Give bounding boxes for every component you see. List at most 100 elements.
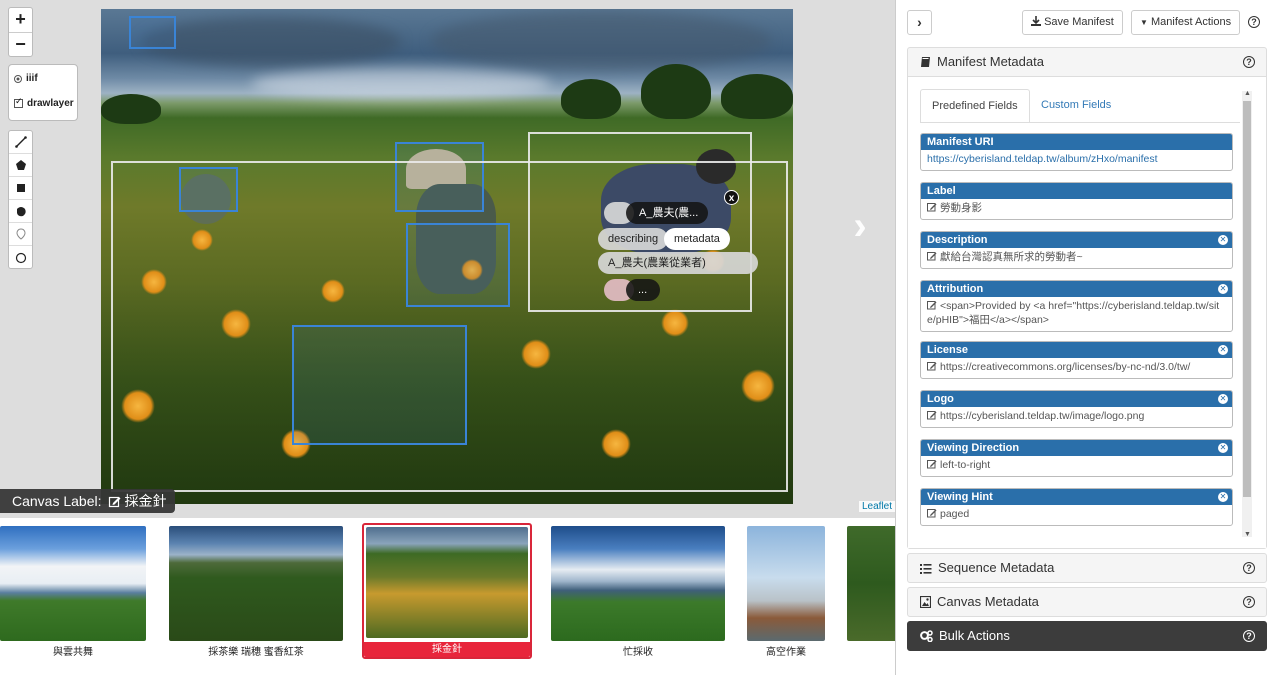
edit-icon[interactable]	[927, 508, 940, 520]
popup-tag-describing[interactable]: describing	[598, 228, 669, 250]
image-file-icon	[920, 596, 931, 608]
thumbnail-image[interactable]	[0, 526, 146, 641]
edit-icon[interactable]	[927, 410, 940, 422]
metadata-field-label-text: License	[927, 344, 968, 356]
help-icon[interactable]: ?	[1243, 562, 1255, 574]
draw-polygon-button[interactable]	[9, 154, 32, 177]
metadata-field[interactable]: Manifest URI https://cyberisland.teldap.t…	[920, 133, 1233, 171]
popup-value-tag[interactable]: A_農夫(農業從業者)	[598, 252, 758, 274]
polygon-icon	[15, 160, 26, 170]
edit-icon[interactable]	[927, 202, 940, 214]
layer-iiif-option[interactable]: iiif	[14, 73, 38, 84]
remove-field-icon[interactable]: ✕	[1218, 394, 1228, 404]
next-canvas-chevron-icon[interactable]: ›	[842, 205, 878, 247]
remove-field-icon[interactable]: ✕	[1218, 345, 1228, 355]
popup-more-tag[interactable]: ...	[626, 279, 660, 301]
scroll-up-icon[interactable]: ▲	[1244, 90, 1251, 97]
tab-custom-fields[interactable]: Custom Fields	[1030, 89, 1122, 123]
scroll-down-icon[interactable]: ▼	[1244, 531, 1251, 538]
circle-icon	[15, 252, 26, 263]
help-icon[interactable]: ?	[1243, 56, 1255, 68]
thumbnail-strip[interactable]: 與雲共舞 採茶樂 瑞穗 蜜香紅茶 採金針 忙採收 高空作業	[0, 517, 895, 675]
edit-icon[interactable]	[927, 251, 940, 263]
thumbnail-item-active[interactable]: 採金針	[362, 523, 532, 659]
thumbnail-caption: 採金針	[364, 642, 530, 657]
remove-field-icon[interactable]: ✕	[1218, 443, 1228, 453]
collapse-panel-button[interactable]: ›	[907, 10, 932, 35]
popup-tag-metadata[interactable]: metadata	[664, 228, 730, 250]
tab-predefined-fields[interactable]: Predefined Fields	[920, 89, 1030, 123]
metadata-field-value-text: paged	[940, 508, 970, 520]
edit-icon[interactable]	[108, 495, 121, 508]
thumbnail-caption	[847, 645, 895, 660]
radio-icon[interactable]	[14, 74, 22, 83]
annotation-box[interactable]	[129, 16, 176, 49]
metadata-field[interactable]: Viewing Direction ✕ left-to-right	[920, 439, 1233, 477]
bulk-actions-section[interactable]: Bulk Actions ?	[907, 621, 1267, 651]
metadata-field-value[interactable]: https://cyberisland.teldap.tw/image/logo…	[921, 407, 1232, 425]
leaflet-attribution-link[interactable]: Leaflet	[859, 501, 895, 512]
thumbnail-image[interactable]	[847, 526, 895, 641]
edit-icon[interactable]	[927, 459, 940, 471]
metadata-field-value[interactable]: https://cyberisland.teldap.tw/album/zHxo…	[921, 150, 1232, 168]
remove-field-icon[interactable]: ✕	[1218, 284, 1228, 294]
zoom-out-button[interactable]: −	[9, 32, 32, 56]
help-icon[interactable]: ?	[1243, 630, 1255, 642]
save-manifest-button[interactable]: Save Manifest	[1022, 10, 1123, 35]
metadata-field[interactable]: License ✕ https://creativecommons.org/lice…	[920, 341, 1233, 379]
layer-iiif-label: iiif	[26, 73, 38, 84]
canvas-label-value[interactable]: 採金針	[125, 489, 167, 513]
thumbnail-item[interactable]	[847, 526, 895, 660]
help-icon[interactable]: ?	[1248, 16, 1260, 28]
edit-icon[interactable]	[927, 300, 940, 312]
manifest-actions-button[interactable]: ▼ Manifest Actions	[1131, 10, 1241, 35]
draw-marker-button[interactable]	[9, 223, 32, 246]
metadata-field[interactable]: Description ✕ 獻給台灣認真無所求的勞動者~	[920, 231, 1233, 269]
draw-freeform-button[interactable]	[9, 200, 32, 223]
sequence-metadata-section[interactable]: Sequence Metadata ?	[907, 553, 1267, 583]
metadata-panel: › Save Manifest ▼ Manifest Actions ? Man…	[895, 0, 1269, 675]
metadata-field[interactable]: Logo ✕ https://cyberisland.teldap.tw/image…	[920, 390, 1233, 428]
save-manifest-label: Save Manifest	[1044, 16, 1114, 28]
thumbnail-image[interactable]	[169, 526, 343, 641]
canvas-label-bar[interactable]: Canvas Label: 採金針	[0, 489, 175, 513]
metadata-field-label: Logo ✕	[921, 391, 1232, 407]
thumbnail-item[interactable]: 忙採收	[551, 526, 725, 660]
metadata-field-value[interactable]: left-to-right	[921, 456, 1232, 474]
zoom-in-button[interactable]: +	[9, 8, 32, 32]
checkbox-icon[interactable]	[14, 96, 23, 108]
thumbnail-item[interactable]: 採茶樂 瑞穗 蜜香紅茶	[169, 526, 343, 660]
help-icon[interactable]: ?	[1243, 596, 1255, 608]
metadata-field[interactable]: Viewing Hint ✕ paged	[920, 488, 1233, 526]
scrollbar-thumb[interactable]	[1243, 101, 1251, 497]
metadata-field[interactable]: Label 勞動身影	[920, 182, 1233, 220]
zoom-control: + −	[8, 7, 33, 57]
draw-rectangle-button[interactable]	[9, 177, 32, 200]
metadata-field-value[interactable]: 勞動身影	[921, 199, 1232, 217]
draw-polyline-button[interactable]	[9, 131, 32, 154]
metadata-field-value[interactable]: <span>Provided by <a href="https://cyber…	[921, 297, 1232, 329]
download-icon	[1031, 16, 1041, 26]
layer-drawlayer-option[interactable]: drawlayer	[14, 96, 74, 109]
metadata-field-value[interactable]: paged	[921, 505, 1232, 523]
metadata-field-value[interactable]: https://creativecommons.org/licenses/by-…	[921, 358, 1232, 376]
popup-title-tag[interactable]: A_農夫(農...	[626, 202, 708, 224]
thumbnail-image[interactable]	[551, 526, 725, 641]
metadata-field[interactable]: Attribution ✕ <span>Provided by <a href="h…	[920, 280, 1233, 332]
canvas-metadata-section[interactable]: Canvas Metadata ?	[907, 587, 1267, 617]
image-viewer[interactable]: A_農夫(農... describing metadata A_農夫(農業從業者…	[0, 0, 895, 517]
edit-icon[interactable]	[927, 361, 940, 373]
draw-circle-button[interactable]	[9, 246, 32, 269]
tab-divider	[920, 122, 1240, 123]
metadata-field-label-text: Logo	[927, 393, 954, 405]
thumbnail-item[interactable]: 與雲共舞	[0, 526, 146, 660]
metadata-field-value[interactable]: 獻給台灣認真無所求的勞動者~	[921, 248, 1232, 266]
thumbnail-image[interactable]	[366, 527, 528, 638]
metadata-scrollbar[interactable]: ▲ ▼	[1242, 90, 1252, 538]
popup-close-button[interactable]: x	[724, 190, 739, 205]
remove-field-icon[interactable]: ✕	[1218, 492, 1228, 502]
remove-field-icon[interactable]: ✕	[1218, 235, 1228, 245]
thumbnail-item[interactable]: 高空作業	[747, 526, 825, 660]
manifest-metadata-header[interactable]: Manifest Metadata	[908, 48, 1266, 76]
thumbnail-image[interactable]	[747, 526, 825, 641]
